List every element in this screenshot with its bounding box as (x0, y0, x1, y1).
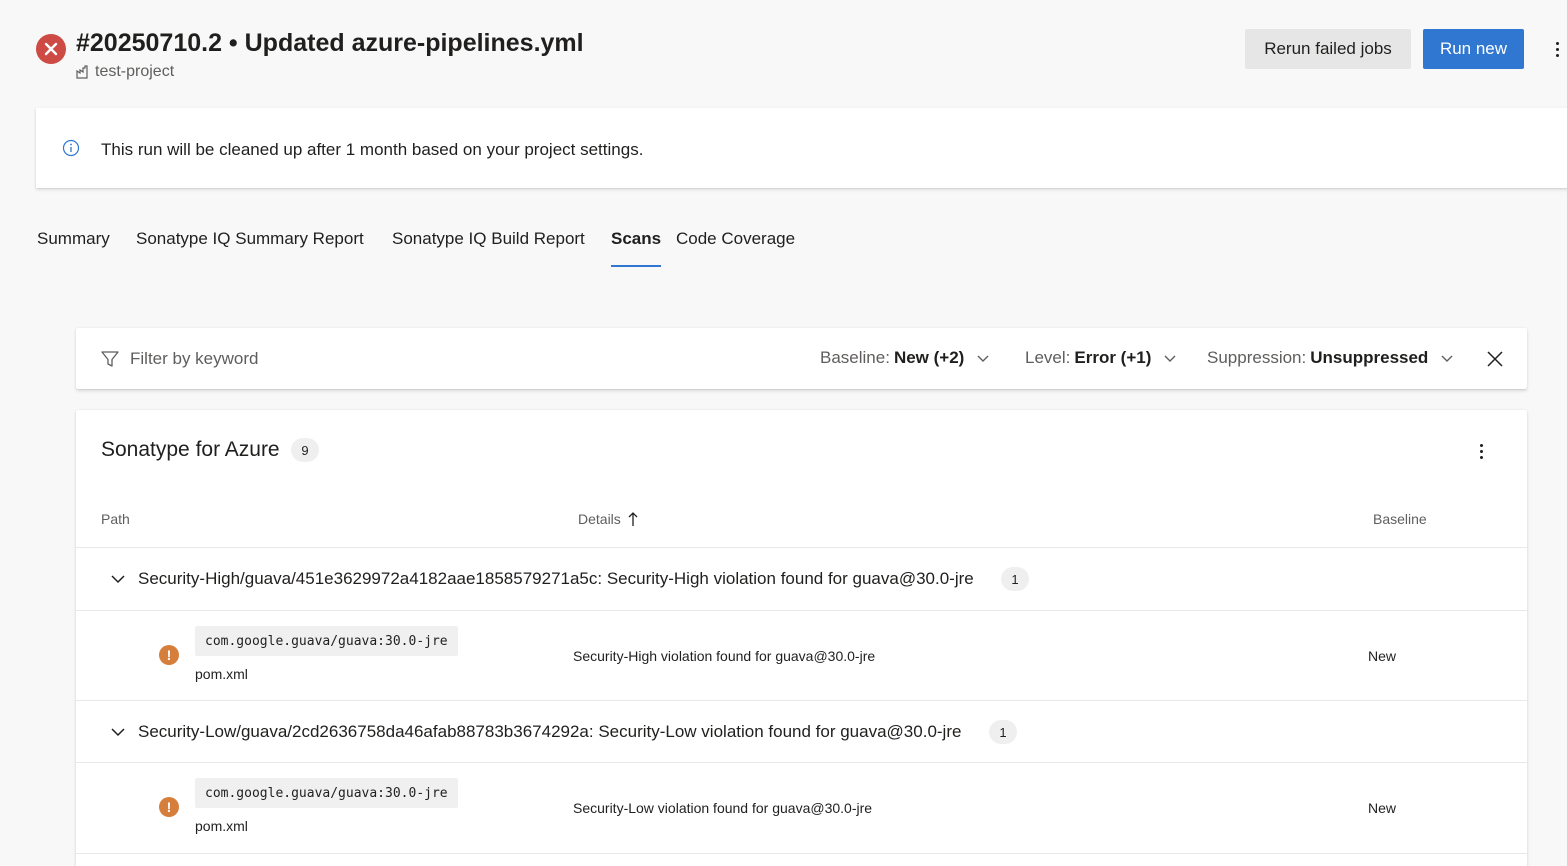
close-icon[interactable] (1486, 350, 1504, 368)
file-path[interactable]: pom.xml (195, 818, 248, 834)
result-details: Security-Low violation found for guava@3… (573, 800, 873, 816)
level-value: Error (+1) (1074, 348, 1152, 367)
group-count-badge: 1 (989, 720, 1017, 744)
group-title: Security-High/guava/451e3629972a4182aae1… (138, 569, 974, 588)
level-dropdown[interactable]: Level: Error (+1) (1025, 348, 1177, 368)
artifact-chip: com.google.guava/guava:30.0-jre (195, 778, 458, 808)
chevron-down-icon (977, 355, 989, 362)
column-header-path[interactable]: Path (101, 511, 130, 527)
warning-icon: ! (159, 645, 179, 665)
project-link[interactable]: test-project (76, 63, 174, 81)
table-row[interactable]: ! com.google.guava/guava:30.0-jre pom.xm… (76, 611, 1527, 701)
banner-message: This run will be cleaned up after 1 mont… (101, 140, 644, 159)
warning-icon: ! (159, 797, 179, 817)
baseline-value: New (+2) (893, 348, 965, 367)
run-title: #20250710.2 • Updated azure-pipelines.ym… (76, 29, 584, 57)
chevron-down-icon[interactable] (110, 724, 126, 740)
chevron-down-icon[interactable] (110, 571, 126, 587)
rerun-failed-jobs-button[interactable]: Rerun failed jobs (1245, 29, 1411, 69)
group-count-badge: 1 (1001, 567, 1029, 591)
tab-summary[interactable]: Summary (37, 229, 110, 268)
column-header-baseline[interactable]: Baseline (1373, 511, 1427, 527)
suppression-dropdown[interactable]: Suppression: Unsuppressed (1207, 348, 1454, 368)
result-baseline: New (1368, 800, 1397, 816)
artifact-chip: com.google.guava/guava:30.0-jre (195, 626, 458, 656)
project-building-icon (76, 65, 88, 79)
result-count-badge: 9 (291, 438, 319, 462)
more-options-icon[interactable] (1474, 440, 1488, 462)
details-header-label: Details (578, 511, 621, 527)
more-actions-icon[interactable] (1550, 38, 1564, 60)
run-new-button[interactable]: Run new (1423, 29, 1524, 69)
baseline-dropdown[interactable]: Baseline: New (+2) (820, 348, 990, 368)
file-path[interactable]: pom.xml (195, 666, 248, 682)
group-title: Security-Low/guava/2cd2636758da46afab887… (138, 722, 962, 741)
level-label: Level: (1025, 348, 1071, 367)
result-details: Security-High violation found for guava@… (573, 648, 876, 664)
funnel-filter-icon (101, 351, 119, 367)
suppression-value: Unsuppressed (1310, 348, 1429, 367)
status-failed-icon (36, 34, 66, 64)
sort-ascending-icon (628, 512, 638, 526)
result-baseline: New (1368, 648, 1397, 664)
result-group-row[interactable]: Security-Low/guava/2cd2636758da46afab887… (76, 701, 1527, 763)
retention-banner: This run will be cleaned up after 1 mont… (36, 108, 1567, 188)
filter-bar: Baseline: New (+2) Level: Error (+1) Sup… (76, 328, 1527, 389)
tab-code-coverage[interactable]: Code Coverage (676, 229, 795, 268)
chevron-down-icon (1441, 355, 1453, 362)
path-header-label: Path (101, 511, 130, 527)
table-row[interactable]: ! com.google.guava/guava:30.0-jre pom.xm… (76, 763, 1527, 853)
result-group-row[interactable]: Security-High/guava/451e3629972a4182aae1… (76, 548, 1527, 610)
baseline-label: Baseline: (820, 348, 890, 367)
chevron-down-icon (1164, 355, 1176, 362)
tab-sonatype-iq-summary-report[interactable]: Sonatype IQ Summary Report (136, 229, 364, 268)
tab-sonatype-iq-build-report[interactable]: Sonatype IQ Build Report (392, 229, 585, 268)
tab-scans[interactable]: Scans (611, 229, 662, 268)
info-icon (62, 139, 80, 157)
suppression-label: Suppression: (1207, 348, 1307, 367)
filter-keyword-input[interactable] (130, 347, 530, 371)
scan-results-card: Sonatype for Azure 9 Path Details Baseli… (76, 410, 1527, 866)
project-name: test-project (95, 63, 175, 80)
tool-name: Sonatype for Azure (101, 438, 280, 461)
column-header-details[interactable]: Details (578, 511, 639, 527)
baseline-header-label: Baseline (1373, 511, 1427, 527)
